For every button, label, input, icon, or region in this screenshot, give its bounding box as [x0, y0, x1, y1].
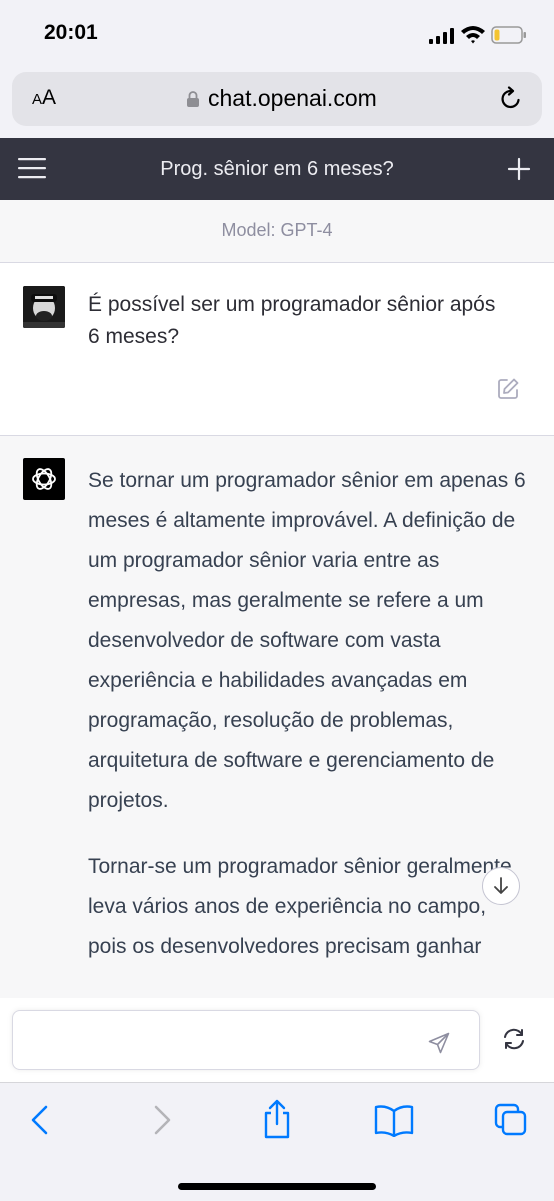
home-indicator: [178, 1183, 376, 1190]
reload-icon[interactable]: [498, 86, 524, 112]
user-avatar-icon: [23, 286, 65, 328]
share-icon[interactable]: [260, 1099, 294, 1139]
signal-icon: [429, 28, 454, 44]
browser-address-area: AA chat.openai.com: [0, 64, 554, 138]
scroll-to-bottom-button[interactable]: [482, 867, 520, 905]
edit-icon[interactable]: [496, 377, 520, 401]
wifi-icon: [461, 26, 485, 44]
assistant-paragraph: Tornar-se um programador sênior geralmen…: [88, 855, 512, 958]
assistant-paragraph: Se tornar um programador sênior em apena…: [88, 469, 526, 812]
battery-icon: [491, 26, 526, 44]
browser-toolbar: [0, 1082, 554, 1201]
chevron-right-icon[interactable]: [144, 1103, 178, 1137]
user-message: É possível ser um programador sênior apó…: [0, 263, 554, 436]
model-indicator: Model: GPT-4: [0, 200, 554, 263]
tabs-icon[interactable]: [494, 1103, 528, 1137]
chat-header: Prog. sênior em 6 meses?: [0, 138, 554, 200]
plus-icon[interactable]: [507, 157, 531, 181]
conversation-title: Prog. sênior em 6 meses?: [160, 158, 394, 180]
assistant-message-text: Se tornar um programador sênior em apena…: [88, 461, 528, 993]
regenerate-icon[interactable]: [501, 1026, 527, 1052]
url-text[interactable]: chat.openai.com: [208, 85, 377, 112]
composer: [0, 998, 554, 1082]
avatar: [23, 458, 65, 500]
lock-icon: [187, 91, 199, 107]
status-time: 20:01: [44, 21, 98, 44]
model-label: Model: GPT-4: [221, 220, 333, 240]
book-icon[interactable]: [374, 1103, 414, 1137]
send-icon[interactable]: [428, 1032, 450, 1054]
chevron-left-icon[interactable]: [24, 1103, 58, 1137]
address-bar[interactable]: AA chat.openai.com: [12, 72, 542, 126]
openai-logo-icon: [32, 468, 56, 490]
user-message-text: É possível ser um programador sênior apó…: [88, 293, 496, 348]
text-size-button[interactable]: AA: [32, 86, 56, 110]
status-bar: 20:01: [0, 0, 554, 64]
message-input[interactable]: [12, 1010, 480, 1070]
avatar: [23, 286, 65, 328]
arrow-down-icon: [494, 877, 508, 894]
assistant-message: Se tornar um programador sênior em apena…: [0, 436, 554, 998]
